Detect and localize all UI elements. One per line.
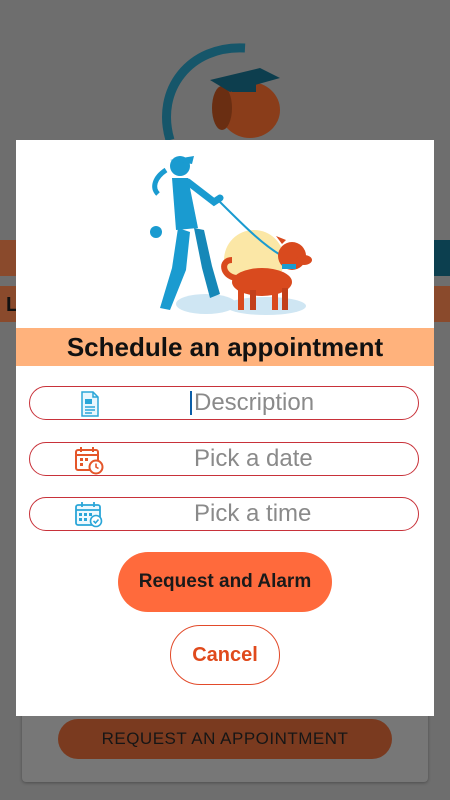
request-and-alarm-button[interactable]: Request and Alarm bbox=[118, 552, 332, 612]
dog-walker-illustration bbox=[136, 148, 316, 318]
document-icon bbox=[74, 389, 104, 419]
request-appointment-button: REQUEST AN APPOINTMENT bbox=[58, 719, 392, 759]
dialog-title: Schedule an appointment bbox=[16, 328, 434, 366]
description-placeholder: Description bbox=[194, 389, 315, 416]
schedule-dialog: Schedule an appointment Description Pick… bbox=[16, 140, 434, 716]
calendar-clock-icon bbox=[74, 445, 104, 475]
calendar-check-icon bbox=[74, 500, 104, 530]
time-field[interactable]: Pick a time bbox=[29, 497, 419, 531]
time-placeholder: Pick a time bbox=[194, 500, 312, 527]
background-band-right-second bbox=[432, 286, 450, 322]
background-logo bbox=[150, 40, 300, 150]
cancel-button[interactable]: Cancel bbox=[170, 625, 280, 685]
text-cursor bbox=[190, 391, 192, 415]
date-field[interactable]: Pick a date bbox=[29, 442, 419, 476]
date-placeholder: Pick a date bbox=[194, 445, 313, 472]
background-band-teal bbox=[432, 240, 450, 276]
description-field[interactable]: Description bbox=[29, 386, 419, 420]
